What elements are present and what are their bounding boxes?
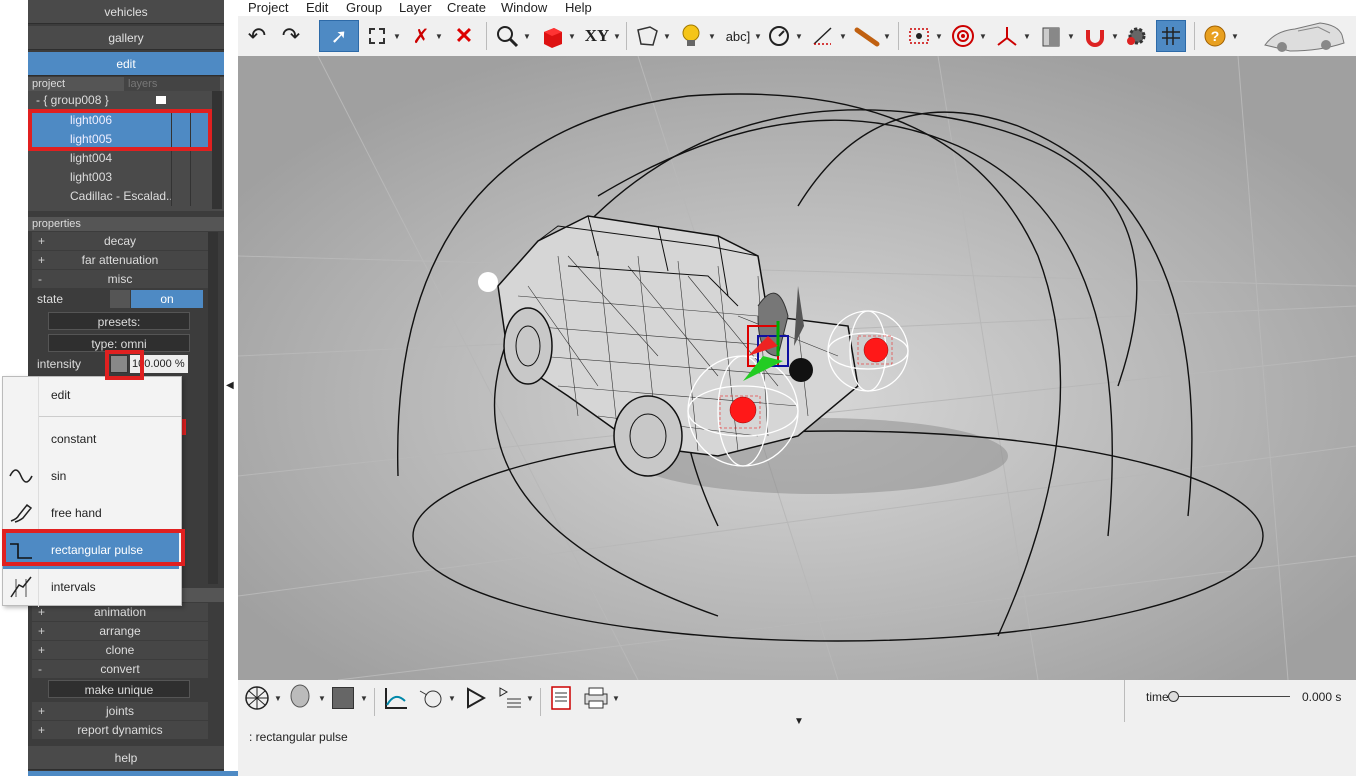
head-icon[interactable] (286, 682, 314, 714)
target-icon[interactable] (950, 20, 976, 52)
tab-layers[interactable]: layers (124, 77, 220, 91)
car-logo-icon (1258, 16, 1348, 56)
main-toolbar: ↶ ↷ ➚ ▼ ✗ ▼ ✕ ▼ ▼ XY ▼ ▼ ▼ abc] ▼ ▼ ▼ ▼ ▼ ▼… (238, 16, 1356, 56)
arrange-section[interactable]: + arrange (32, 622, 208, 640)
panel-tabs: project layers (28, 77, 224, 91)
graph-curve-icon[interactable] (382, 682, 410, 714)
tree-item-light003[interactable]: light003 (32, 168, 208, 187)
state-toggle[interactable]: on (131, 290, 203, 308)
redo-icon[interactable]: ↷ (278, 20, 304, 52)
measure-icon[interactable] (810, 20, 836, 52)
menu-item-intervals[interactable]: intervals (3, 569, 181, 606)
ruler-icon[interactable] (852, 20, 882, 52)
gear-icon[interactable] (1124, 20, 1150, 52)
menu-item-free-hand[interactable]: free hand (3, 495, 181, 532)
camera-target-icon[interactable] (906, 20, 932, 52)
intensity-field[interactable]: 100.000 % (130, 355, 188, 373)
animation-icon[interactable] (416, 682, 446, 714)
collapse-panel-icon[interactable]: ◀ (226, 380, 234, 391)
menu-help[interactable]: Help (565, 0, 592, 15)
magnet-icon[interactable] (1082, 20, 1108, 52)
intensity-label: intensity (37, 357, 82, 371)
function-type-popup: edit constant sin free hand rectangular … (2, 376, 182, 607)
convert-section[interactable]: - convert (32, 660, 208, 678)
play-icon[interactable] (462, 682, 488, 714)
type-button[interactable]: type: omni (48, 334, 190, 352)
door-icon[interactable] (1038, 20, 1064, 52)
status-bar: ▼ : rectangular pulse (238, 716, 1356, 776)
pulse-icon[interactable] (110, 355, 128, 373)
make-unique-button[interactable]: make unique (48, 680, 190, 698)
menu-window[interactable]: Window (501, 0, 547, 15)
playlist-icon[interactable] (496, 682, 524, 714)
help-icon[interactable]: ? (1202, 20, 1228, 52)
time-label: time (1146, 690, 1169, 704)
print-icon[interactable] (582, 682, 610, 714)
decay-section[interactable]: + decay (32, 232, 208, 250)
menu-group[interactable]: Group (346, 0, 382, 15)
tree-item-light006[interactable]: light006 (32, 111, 208, 130)
menu-item-sin[interactable]: sin (3, 458, 181, 495)
tab-project[interactable]: project (28, 77, 124, 91)
remove-link-icon[interactable]: ✗ (408, 20, 434, 52)
xy-icon[interactable]: XY (582, 20, 612, 52)
menu-layer[interactable]: Layer (399, 0, 432, 15)
report-dynamics-section[interactable]: + report dynamics (32, 721, 208, 739)
svg-text:?: ? (1211, 28, 1220, 44)
clone-section[interactable]: + clone (32, 641, 208, 659)
light-bulb-icon[interactable] (678, 20, 704, 52)
sine-wave-icon (7, 464, 35, 488)
menu-item-rectangular-pulse[interactable]: rectangular pulse (3, 532, 179, 569)
edit-button[interactable]: edit (28, 52, 224, 76)
flag-icon (156, 96, 166, 104)
pen-icon (7, 501, 35, 525)
menu-bar: Project Edit Group Layer Create Window H… (238, 0, 1356, 15)
state-label: state (37, 292, 64, 306)
zoom-icon[interactable] (494, 20, 520, 52)
chevron-down-icon[interactable]: ▼ (794, 716, 804, 727)
axis-icon[interactable] (994, 20, 1020, 52)
vehicles-button[interactable]: vehicles (28, 0, 224, 24)
undo-icon[interactable]: ↶ (244, 20, 270, 52)
tree-item-light004[interactable]: light004 (32, 149, 208, 168)
time-value: 0.000 s (1302, 690, 1342, 704)
view-box-icon[interactable] (634, 20, 660, 52)
select-arrow-icon[interactable]: ➚ (319, 20, 359, 52)
intervals-icon (7, 575, 35, 599)
menu-project[interactable]: Project (248, 0, 288, 15)
gallery-button[interactable]: gallery (28, 26, 224, 50)
viewport-scene (238, 56, 1356, 680)
time-slider-thumb[interactable] (1168, 691, 1179, 702)
rect-select-icon[interactable] (366, 20, 388, 52)
project-tree: - { group008 } light006 light005 light00… (28, 91, 224, 211)
misc-section[interactable]: - misc (32, 270, 208, 288)
properties-header: properties (28, 217, 224, 231)
wire-sphere-icon[interactable] (242, 682, 272, 714)
presets-button[interactable]: presets: (48, 312, 190, 330)
report-icon[interactable] (548, 682, 574, 714)
tree-item-light005[interactable]: light005 (32, 130, 208, 149)
grid-icon[interactable] (1156, 20, 1186, 52)
time-slider-track[interactable] (1178, 696, 1290, 697)
tree-scrollbar[interactable] (212, 91, 222, 209)
menu-item-edit[interactable]: edit (3, 377, 181, 414)
3d-viewport[interactable] (238, 56, 1356, 680)
far-attenuation-section[interactable]: + far attenuation (32, 251, 208, 269)
text-label-icon[interactable]: abc] (722, 20, 754, 52)
gauge-icon[interactable] (766, 20, 792, 52)
joints-section[interactable]: + joints (32, 702, 208, 720)
properties-scrollbar[interactable] (208, 232, 218, 584)
status-text: : rectangular pulse (249, 730, 348, 744)
delete-icon[interactable]: ✕ (451, 20, 477, 52)
menu-item-constant[interactable]: constant (3, 421, 181, 458)
rectangular-pulse-icon (7, 538, 35, 562)
menu-create[interactable]: Create (447, 0, 486, 15)
tree-item-cadillac[interactable]: Cadillac - Escalad.. (32, 187, 208, 206)
cube-icon[interactable] (539, 20, 565, 52)
material-swatch-icon[interactable] (330, 682, 356, 714)
menu-edit[interactable]: Edit (306, 0, 328, 15)
help-button[interactable]: help (28, 746, 224, 770)
